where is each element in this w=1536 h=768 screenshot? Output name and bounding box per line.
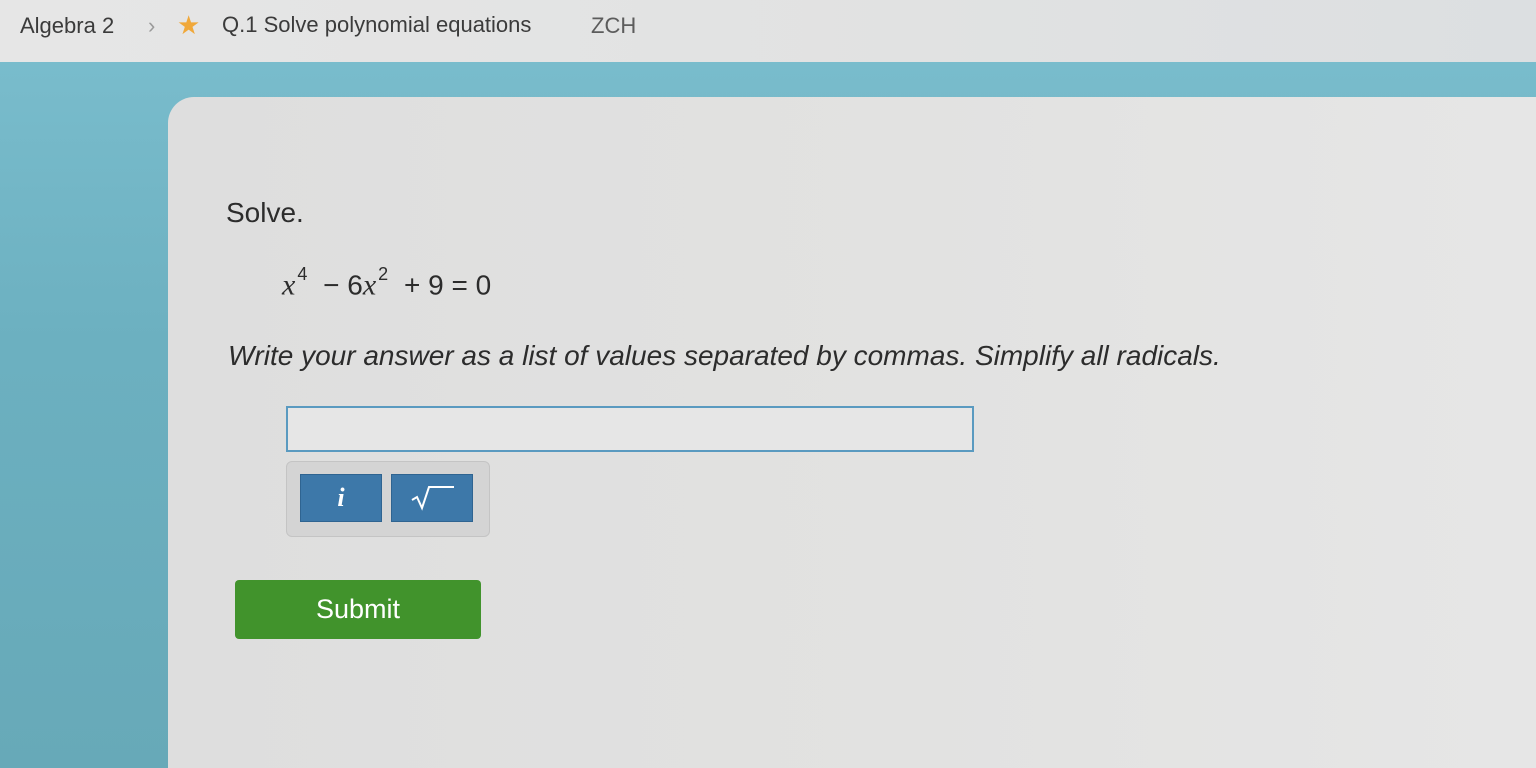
equation-operator: +: [403, 269, 421, 301]
equation-variable: x: [282, 268, 296, 302]
breadcrumb-subject[interactable]: Algebra 2: [20, 13, 114, 39]
equation-rhs: 0: [475, 269, 492, 301]
equation-operator: −: [323, 269, 340, 301]
equation-exponent: 4: [297, 264, 308, 284]
breadcrumb-skill: Q.1 Solve polynomial equations: [222, 12, 532, 37]
chevron-right-icon: ›: [148, 13, 156, 38]
submit-button[interactable]: Submit: [235, 580, 481, 639]
answer-input[interactable]: [286, 406, 974, 452]
equation-variable: x: [362, 268, 377, 302]
math-keypad: i: [286, 461, 490, 537]
instruction-text: Write your answer as a list of values se…: [228, 340, 1221, 371]
equation-constant: 9: [428, 269, 444, 301]
equation-equals: =: [451, 269, 468, 301]
star-icon: ★: [177, 10, 201, 40]
skill-code: ZCH: [591, 13, 637, 38]
equation-exponent: 2: [378, 264, 389, 284]
square-root-button[interactable]: [391, 474, 473, 522]
equation-coefficient: 6: [347, 269, 363, 301]
question-prompt: Solve.: [226, 197, 304, 228]
equation: x4 − 6x 2 + 9 = 0: [282, 264, 492, 302]
square-root-icon: [411, 486, 454, 511]
breadcrumb-bar: Algebra 2 › ★ Q.1 Solve polynomial equat…: [0, 0, 1536, 63]
imaginary-unit-button[interactable]: i: [300, 474, 382, 522]
